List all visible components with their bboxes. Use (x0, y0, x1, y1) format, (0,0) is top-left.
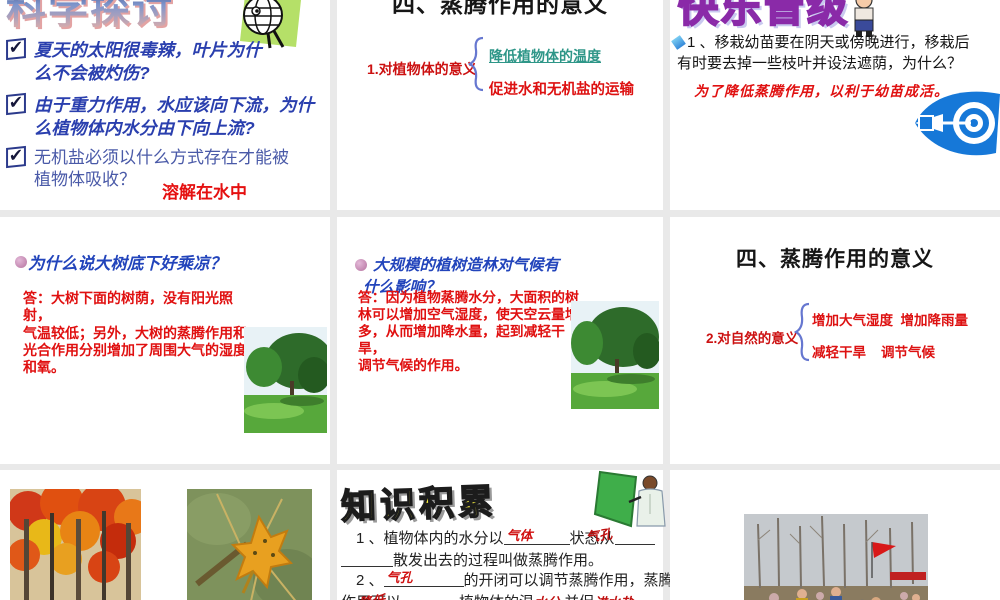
quiz-question-line2: 有时要去掉一些枝叶并设法遮荫，为什么？ (677, 55, 963, 72)
slide-1-science-discussion[interactable]: 科学探讨 ✔ 夏天的太阳很毒辣，叶片为什 么不会被灼伤? ✔ 由于重力作用，水应… (0, 0, 330, 210)
question-item: ✔ 夏天的太阳很毒辣，叶片为什 么不会被灼伤? (6, 37, 324, 85)
slide-6-meaning-nature[interactable]: 四、蒸腾作用的意义 2.对自然的意义 增加大气湿度 增加降雨量 减轻干旱 调节气… (670, 217, 1000, 464)
answer-blank[interactable]: 气体 (503, 528, 570, 545)
diamond-bullet (670, 34, 687, 51)
curly-brace-icon (794, 301, 812, 363)
slide-title: 四、蒸腾作用的意义 (736, 248, 934, 271)
q2-l2c-text: 并促 (560, 594, 594, 600)
park-trees-photo (571, 301, 659, 409)
curly-brace-icon (468, 35, 486, 93)
slide-3-quiz[interactable]: 快乐晋级 1 、移栽幼苗要在阴天或傍晚进行，移栽后 有时要去掉一些枝叶并设法遮荫… (670, 0, 1000, 210)
maple-leaf-photo (187, 489, 312, 600)
slide-8-knowledge-fill[interactable]: 知识积累 1 、植物体内的水分以 气体 状态从 气孔 散发出去的过程叫做蒸腾作用。 … (337, 470, 674, 600)
circle-bullet (355, 259, 367, 271)
q2-l2b-text: 植物体的温 (459, 594, 534, 600)
answer-text: 溶解在水中 (162, 183, 247, 202)
answer-blank[interactable] (401, 593, 459, 600)
answer-paragraph: 答：因为植物蒸腾水分，大面积的树 林可以增加空气湿度，使天空云量增 多，从而增加… (358, 290, 579, 374)
red-answer: 气体 (506, 528, 533, 543)
dart-target-icon (913, 85, 1000, 157)
q2-text: 2 、 (356, 572, 384, 589)
circle-bullet (15, 256, 27, 268)
benefit-item-1: 增加大气湿度 增加降雨量 (812, 313, 969, 328)
red-answer: 水分 (534, 595, 560, 600)
slide1-wordart-title: 科学探讨 (6, 0, 174, 35)
benefit-item-2: 减轻干旱 调节气候 (812, 345, 936, 360)
fill-question-2-line1: 2 、气孔 的开闭可以调节蒸腾作用，蒸腾 (356, 569, 674, 590)
fill-question-1-line2: 散发出去的过程叫做蒸腾作用。 (341, 549, 603, 570)
answer-paragraph: 答：大树下面的树荫，没有阳光照射， 气温较低；另外，大树的蒸腾作用和 光合作用分… (23, 290, 247, 376)
slide-2-meaning-plant[interactable]: 四、蒸腾作用的意义 1.对植物体的意义 降低植物体的温度 促进水和无机盐的运输 (337, 0, 663, 210)
red-answer-overlay: 降低 (358, 589, 386, 600)
fill-question-1-line1: 1 、植物体内的水分以 气体 状态从 气孔 (356, 526, 655, 548)
checked-checkbox-icon: ✔ (6, 37, 26, 61)
autumn-forest-photo (10, 489, 141, 600)
quiz-question-line1: 1 、移栽幼苗要在阴天或傍晚进行，移栽后 (687, 34, 970, 51)
slide-9-planting-photo[interactable] (670, 470, 1000, 600)
q1-mid-text: 状态从 气孔 (570, 526, 615, 548)
slide-title: 四、蒸腾作用的意义 (392, 0, 608, 17)
checked-checkbox-icon: ✔ (6, 92, 26, 116)
question-text: 由于重力作用，水应该向下流，为什 么植物体内水分由下向上流? (34, 95, 314, 139)
fill-question-2-line2: 作用可以降低 植物体的温水分 并促进水盐 (341, 591, 633, 600)
benefit-item-2: 促进水和无机盐的运输 (489, 82, 634, 98)
q2-mid-text: 的开闭可以调节蒸腾作用，蒸腾 (463, 572, 674, 589)
slide3-wordart-title: 快乐晋级 (677, 0, 850, 31)
slide-4-shade-question[interactable]: 为什么说大树底下好乘凉？ 答：大树下面的树荫，没有阳光照射， 气温较低；另外，大… (0, 217, 330, 464)
answer-blank[interactable] (341, 551, 393, 567)
red-answer: 气孔 (386, 570, 413, 585)
answer-blank[interactable]: 气孔 (383, 570, 464, 587)
park-trees-photo (244, 327, 327, 433)
section-label: 1.对植物体的意义 (367, 61, 477, 77)
teacher-blackboard-icon (592, 470, 668, 528)
tree-planting-photo (744, 514, 928, 600)
question-item: ✔ 由于重力作用，水应该向下流，为什 么植物体内水分由下向上流? (6, 92, 328, 140)
red-answer: 进水盐 (594, 595, 633, 600)
slide-7-autumn-photos[interactable] (0, 470, 330, 600)
answer-blank[interactable] (614, 529, 655, 545)
benefit-item-1: 降低植物体的温度 (489, 48, 601, 64)
q1-line2-text: 散发出去的过程叫做蒸腾作用。 (393, 552, 604, 569)
q1-text: 1 、植物体内的水分以 (356, 530, 504, 547)
slide-grid-preview: 科学探讨 ✔ 夏天的太阳很毒辣，叶片为什 么不会被灼伤? ✔ 由于重力作用，水应… (0, 0, 1000, 600)
quiz-answer: 为了降低蒸腾作用，以利于幼苗成活。 (694, 83, 949, 99)
section-label: 2.对自然的意义 (706, 331, 799, 346)
question-title: 为什么说大树底下好乘凉？ (28, 255, 226, 273)
question-text: 夏天的太阳很毒辣，叶片为什 么不会被灼伤? (34, 40, 262, 84)
slide-5-forestation-question[interactable]: 大规模的植树造林对气候有 什么影响？ 答：因为植物蒸腾水分，大面积的树 林可以增… (337, 217, 663, 464)
red-answer-overlay: 气孔 (584, 526, 613, 545)
question-line1: 大规模的植树造林对气候有 (373, 257, 560, 274)
q2-l2a-text: 作用可以降低 (341, 591, 401, 600)
slide8-wordart-title: 知识积累 (340, 482, 499, 528)
checked-checkbox-icon: ✔ (6, 145, 26, 169)
slide8-wordart-title-wrap: 知识积累 (340, 476, 499, 528)
